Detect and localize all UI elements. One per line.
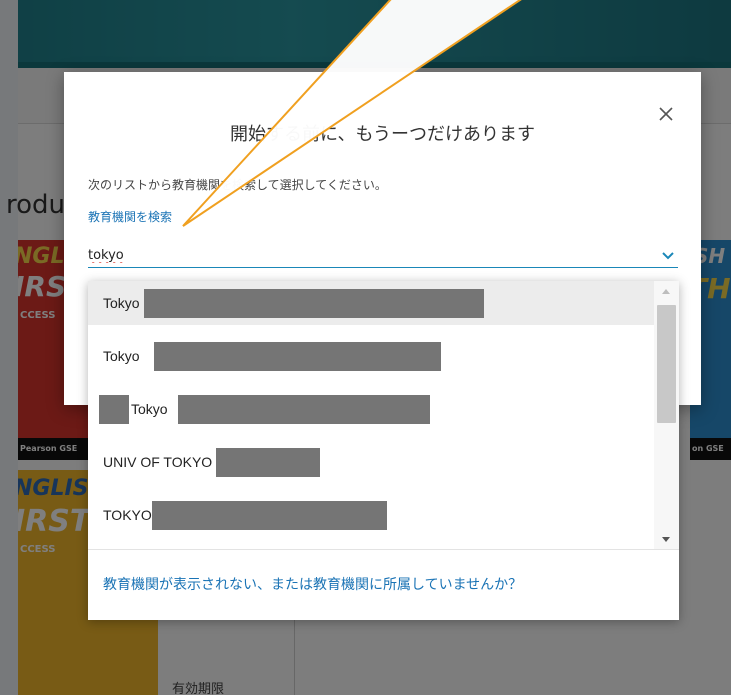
- institution-not-listed-link[interactable]: 教育機関が表示されない、または教育機関に所属していませんか？: [103, 574, 522, 594]
- close-icon: [659, 107, 673, 121]
- result-item-label: Tokyo: [103, 348, 140, 364]
- institution-search-field[interactable]: [88, 242, 678, 268]
- redacted-text: [99, 394, 129, 424]
- redacted-text: [153, 341, 441, 371]
- institution-results-dropdown: Tokyo Tokyo Tokyo UNIV OF TOKYO TOKYO 教育…: [88, 281, 679, 620]
- redacted-text: [216, 447, 321, 477]
- redacted-text: [177, 394, 430, 424]
- result-item[interactable]: Tokyo: [88, 281, 654, 325]
- search-field-label: 教育機関を検索: [88, 210, 173, 224]
- result-item-label: TOKYO: [103, 507, 152, 523]
- redacted-text: [143, 288, 484, 318]
- results-list: Tokyo Tokyo Tokyo UNIV OF TOKYO TOKYO: [88, 281, 654, 549]
- result-item[interactable]: Tokyo: [88, 334, 654, 378]
- result-item[interactable]: Tokyo: [88, 387, 654, 431]
- result-item-label: UNIV OF TOKYO: [103, 454, 213, 470]
- dropdown-footer: 教育機関が表示されない、または教育機関に所属していませんか？: [88, 549, 679, 620]
- scroll-up-arrow-icon[interactable]: [662, 289, 670, 294]
- result-item-label: Tokyo: [103, 295, 140, 311]
- dropdown-toggle[interactable]: [660, 248, 676, 262]
- modal-title: 開始する前に、もうーつだけあります: [230, 124, 535, 145]
- redacted-text: [151, 500, 387, 530]
- screenshot-stage: rodu NGLISH IRST CCESS Pearson GSE SH TH…: [0, 0, 731, 695]
- result-item[interactable]: UNIV OF TOKYO: [88, 440, 654, 484]
- modal-instruction: 次のリストから教育機関を検索して選択してください。: [88, 178, 387, 192]
- result-item-label: Tokyo: [131, 401, 168, 417]
- chevron-down-icon: [662, 252, 674, 260]
- results-scrollbar[interactable]: [654, 281, 679, 549]
- institution-search-input[interactable]: [88, 246, 648, 264]
- scrollbar-thumb[interactable]: [657, 305, 676, 423]
- scroll-down-arrow-icon[interactable]: [662, 537, 670, 542]
- result-item[interactable]: TOKYO: [88, 493, 654, 537]
- close-button[interactable]: [654, 102, 678, 126]
